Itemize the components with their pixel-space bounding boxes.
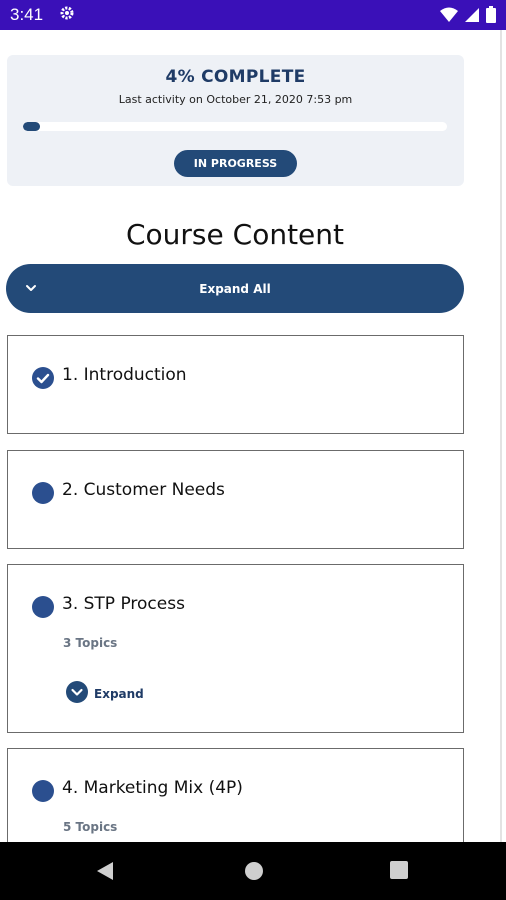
page-title: Course Content xyxy=(125,218,344,251)
back-icon[interactable] xyxy=(96,861,114,885)
last-activity: Last activity on October 21, 2020 7:53 p… xyxy=(118,93,353,106)
status-bar: 3:41 xyxy=(0,0,506,30)
settings-gear-icon xyxy=(59,5,75,25)
scrollbar[interactable] xyxy=(500,30,502,842)
progress-bar xyxy=(23,122,447,131)
module-card[interactable]: 1. Introduction xyxy=(7,335,464,434)
chevron-down-circle-icon xyxy=(66,681,88,706)
completion-percent: 4% COMPLETE xyxy=(165,67,306,87)
module-card[interactable]: 3. STP Process 3 Topics Expand xyxy=(7,564,464,733)
topic-count: 5 Topics xyxy=(63,820,118,834)
progress-bar-fill xyxy=(23,122,40,131)
incomplete-dot-icon xyxy=(32,780,54,802)
progress-card: 4% COMPLETE Last activity on October 21,… xyxy=(7,55,464,186)
check-circle-icon xyxy=(32,367,54,393)
expand-label: Expand xyxy=(94,686,144,701)
cellular-signal-icon xyxy=(464,7,480,27)
module-title: 1. Introduction xyxy=(62,365,187,385)
system-nav-bar xyxy=(0,842,506,900)
status-time: 3:41 xyxy=(10,5,44,24)
module-title: 2. Customer Needs xyxy=(62,480,225,500)
module-title: 3. STP Process xyxy=(62,594,185,614)
topic-count: 3 Topics xyxy=(63,636,118,650)
home-icon[interactable] xyxy=(244,861,264,885)
recents-icon[interactable] xyxy=(390,861,408,883)
chevron-down-icon xyxy=(24,280,38,299)
status-badge: IN PROGRESS xyxy=(174,150,297,177)
wifi-icon xyxy=(440,7,458,27)
battery-icon xyxy=(486,6,496,27)
expand-module-button[interactable]: Expand xyxy=(66,681,144,706)
incomplete-dot-icon xyxy=(32,482,54,504)
expand-all-label: Expand All xyxy=(199,281,271,296)
expand-all-button[interactable]: Expand All xyxy=(6,264,464,313)
module-title: 4. Marketing Mix (4P) xyxy=(62,778,243,798)
incomplete-dot-icon xyxy=(32,596,54,618)
module-card[interactable]: 2. Customer Needs xyxy=(7,450,464,549)
